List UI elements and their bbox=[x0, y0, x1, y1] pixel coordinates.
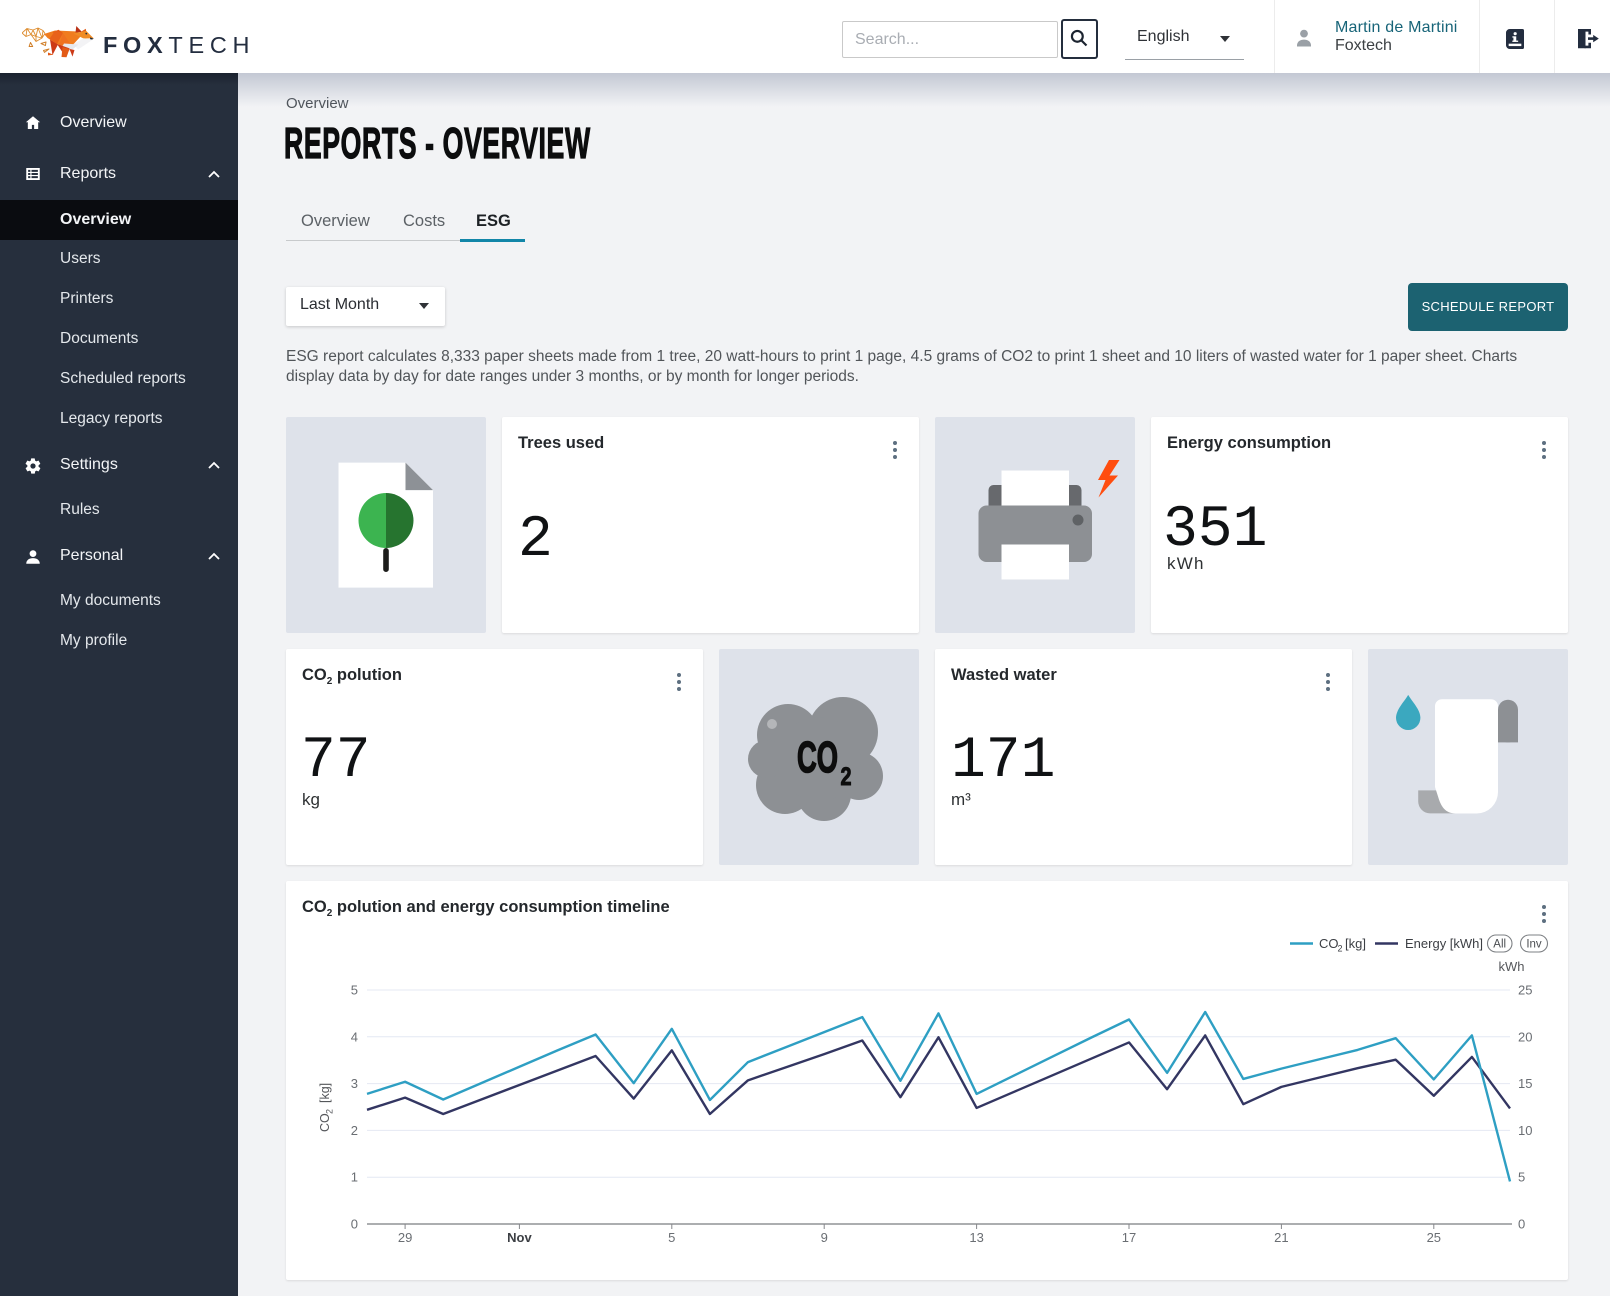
svg-text:5: 5 bbox=[668, 1230, 675, 1245]
svg-text:[kg]: [kg] bbox=[318, 1083, 332, 1103]
svg-text:2: 2 bbox=[841, 763, 852, 791]
svg-text:25: 25 bbox=[1518, 983, 1532, 998]
svg-text:13: 13 bbox=[969, 1230, 983, 1245]
svg-text:3: 3 bbox=[351, 1076, 358, 1091]
svg-text:Inv: Inv bbox=[1526, 939, 1542, 951]
svg-text:25: 25 bbox=[1427, 1230, 1441, 1245]
svg-text:17: 17 bbox=[1122, 1230, 1136, 1245]
svg-text:2: 2 bbox=[325, 1109, 335, 1114]
svg-text:Energy [kWh]: Energy [kWh] bbox=[1405, 936, 1483, 951]
svg-text:2: 2 bbox=[1338, 944, 1343, 954]
svg-text:9: 9 bbox=[821, 1230, 828, 1245]
svg-text:29: 29 bbox=[398, 1230, 412, 1245]
svg-text:5: 5 bbox=[1518, 1170, 1525, 1185]
svg-text:Nov: Nov bbox=[507, 1230, 532, 1245]
svg-text:5: 5 bbox=[351, 983, 358, 998]
svg-text:All: All bbox=[1493, 939, 1506, 951]
svg-text:CO: CO bbox=[318, 1113, 332, 1132]
svg-text:20: 20 bbox=[1518, 1029, 1532, 1044]
svg-text:[kg]: [kg] bbox=[1345, 936, 1366, 951]
svg-text:1: 1 bbox=[351, 1170, 358, 1185]
svg-text:15: 15 bbox=[1518, 1076, 1532, 1091]
svg-text:0: 0 bbox=[351, 1217, 358, 1232]
svg-text:2: 2 bbox=[351, 1123, 358, 1138]
svg-text:kWh: kWh bbox=[1499, 959, 1525, 974]
svg-text:4: 4 bbox=[351, 1029, 358, 1044]
svg-text:CO: CO bbox=[1319, 936, 1339, 951]
svg-text:CO: CO bbox=[797, 733, 838, 782]
svg-text:21: 21 bbox=[1274, 1230, 1288, 1245]
svg-text:0: 0 bbox=[1518, 1217, 1525, 1232]
svg-text:10: 10 bbox=[1518, 1123, 1532, 1138]
